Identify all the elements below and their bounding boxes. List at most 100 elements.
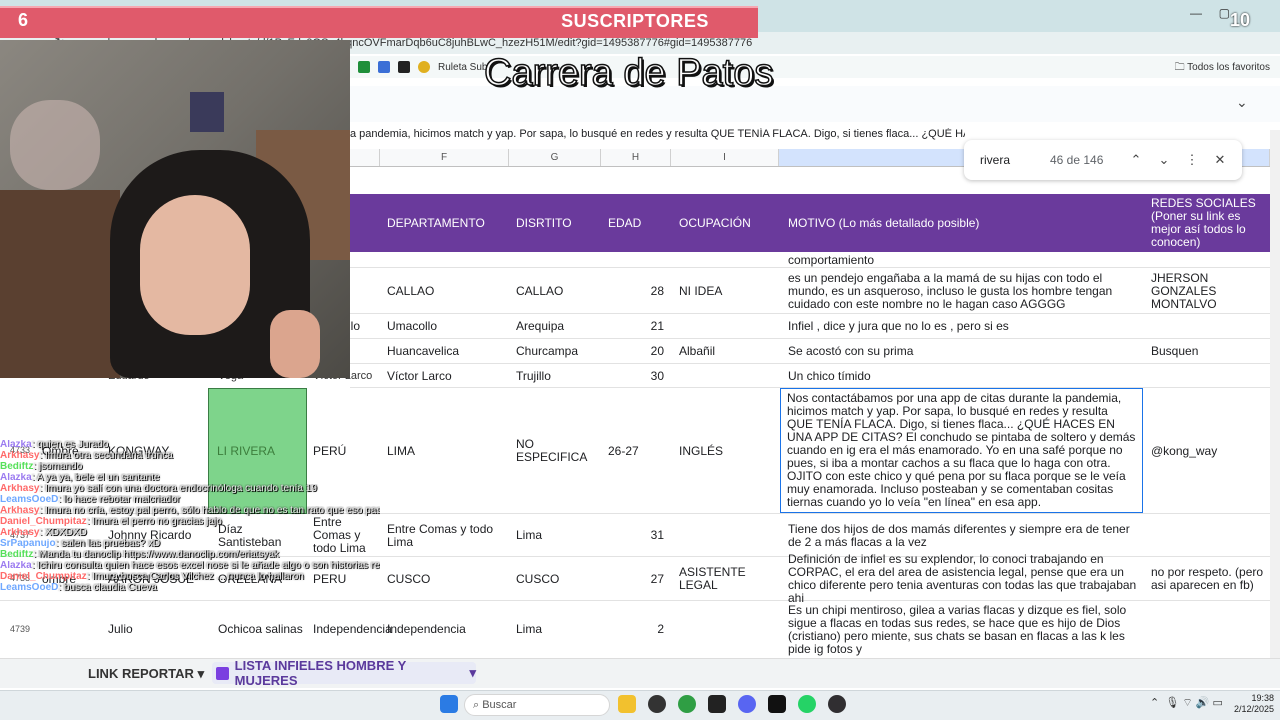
- cell-motivo[interactable]: Es un chipi mentiroso, gilea a varias fl…: [788, 604, 1140, 656]
- cell-apellido[interactable]: Ochicoa salinas: [218, 601, 308, 658]
- whatsapp-icon[interactable]: [798, 695, 816, 713]
- chat-username[interactable]: Daniel_Chumpitaz: [0, 572, 87, 582]
- all-favorites[interactable]: 🗀 Todos los favoritos: [1175, 60, 1270, 77]
- chat-username[interactable]: SrPapanujo: [0, 539, 56, 549]
- more-options-icon[interactable]: ⋮: [1178, 152, 1206, 168]
- cell-edad[interactable]: 21: [608, 314, 664, 339]
- chat-text: : A ya ya, bele el un santante: [31, 473, 160, 483]
- cell-distrito[interactable]: CUSCO: [516, 557, 596, 601]
- cell-distrito[interactable]: CALLAO: [516, 268, 596, 314]
- chat-username[interactable]: Daniel_Chumpitaz: [0, 517, 87, 527]
- col-letter-h[interactable]: H: [601, 149, 671, 166]
- tab-link-reportar[interactable]: LINK REPORTAR ▾: [88, 666, 204, 682]
- discord-icon[interactable]: [738, 695, 756, 713]
- chevron-down-icon[interactable]: ⌄: [1236, 94, 1248, 111]
- cell-edad[interactable]: 27: [608, 557, 664, 601]
- cell-ocupacion[interactable]: Albañil: [679, 339, 779, 364]
- microphone-icon[interactable]: 🎙: [1165, 697, 1179, 709]
- cell-ocupacion[interactable]: INGLÉS: [679, 388, 779, 514]
- chat-username[interactable]: Arkhasy: [0, 451, 39, 461]
- chrome-icon[interactable]: [678, 695, 696, 713]
- chevron-up-icon[interactable]: ⌃: [1122, 152, 1150, 168]
- formula-bar[interactable]: a pandemia, hicimos match y yap. Por sap…: [350, 128, 965, 146]
- cell-fragment[interactable]: llo: [348, 314, 378, 339]
- cell-edad[interactable]: 28: [608, 268, 664, 314]
- bookmark-icon[interactable]: [358, 61, 370, 73]
- col-letter-f[interactable]: F: [380, 149, 509, 166]
- cell-motivo[interactable]: Un chico tímido: [788, 364, 1140, 388]
- cell-motivo-selected[interactable]: Nos contactábamos por una app de citas d…: [780, 388, 1143, 513]
- maximize-icon[interactable]: ▢: [1219, 6, 1230, 20]
- chat-username[interactable]: Alazka: [0, 473, 32, 483]
- taskbar-clock[interactable]: 19:38 2/12/2025: [1226, 693, 1274, 715]
- capcut-icon[interactable]: [708, 695, 726, 713]
- col-letter-g[interactable]: G: [509, 149, 601, 166]
- chat-username[interactable]: Arkhasy: [0, 506, 39, 516]
- cell-departamento[interactable]: CUSCO: [387, 557, 507, 601]
- notion-icon[interactable]: [768, 695, 786, 713]
- cell-edad[interactable]: 20: [608, 339, 664, 364]
- chat-text: : XDXDXD: [39, 528, 87, 538]
- chat-username[interactable]: Bediftz: [0, 550, 33, 560]
- cell-motivo[interactable]: es un pendejo engañaba a la mamá de su h…: [788, 268, 1140, 314]
- cell-motivo[interactable]: Infiel , dice y jura que no lo es , pero…: [788, 314, 1140, 339]
- table-row: llo Umacollo Arequipa 21 Infiel , dice y…: [348, 314, 1270, 339]
- cell-motivo[interactable]: Definición de infiel es su explendor, lo…: [788, 553, 1140, 605]
- cell-departamento[interactable]: LIMA: [387, 388, 507, 514]
- cell-edad[interactable]: 26-27: [608, 388, 668, 514]
- cell-edad[interactable]: 30: [608, 364, 664, 388]
- start-icon[interactable]: [440, 695, 458, 713]
- cell-distrito[interactable]: Trujillo: [516, 364, 596, 388]
- taskbar-search[interactable]: ⌕ Buscar: [464, 694, 610, 716]
- chat-username[interactable]: Arkhasy: [0, 528, 39, 538]
- cell-nombre[interactable]: Julio: [108, 601, 208, 658]
- cell-distrito[interactable]: Lima: [516, 514, 596, 557]
- cell-edad[interactable]: 2: [608, 601, 664, 658]
- chat-username[interactable]: LeamsOoeD: [0, 495, 58, 505]
- find-input[interactable]: [980, 153, 1044, 167]
- cell-ocupacion[interactable]: ASISTENTE LEGAL: [679, 557, 779, 601]
- cell-pais[interactable]: Independencia: [313, 601, 392, 658]
- cell-motivo[interactable]: Se acostó con su prima: [788, 339, 1140, 364]
- cell-redes[interactable]: JHERSON GONZALES MONTALVO: [1151, 268, 1265, 314]
- chat-username[interactable]: Arkhasy: [0, 484, 39, 494]
- bookmark-icon[interactable]: [418, 61, 430, 73]
- chat-username[interactable]: Alazka: [0, 440, 32, 450]
- cell-departamento[interactable]: CALLAO: [387, 268, 507, 314]
- cell-departamento[interactable]: Independencia: [387, 601, 507, 658]
- cell-motivo[interactable]: Tiene dos hijos de dos mamás diferentes …: [788, 514, 1140, 557]
- cell-departamento[interactable]: Huancavelica: [387, 339, 507, 364]
- tab-lista-infieles-label: LISTA INFIELES HOMBRE Y MUJERES: [234, 658, 407, 688]
- minimize-icon[interactable]: —: [1190, 6, 1202, 20]
- tab-lista-infieles[interactable]: LISTA INFIELES HOMBRE Y MUJERES ▾: [212, 658, 476, 688]
- chat-username[interactable]: Alazka: [0, 561, 32, 571]
- chevron-up-icon[interactable]: ⌃: [1150, 697, 1159, 709]
- chevron-down-icon[interactable]: ⌄: [1150, 152, 1178, 168]
- cell-redes[interactable]: no por respeto. (pero asi aparecen en fb…: [1151, 557, 1265, 601]
- obs-icon[interactable]: [828, 695, 846, 713]
- bookmark-icon[interactable]: [378, 61, 390, 73]
- cell-distrito[interactable]: Lima: [516, 601, 596, 658]
- cell-redes[interactable]: Busquen: [1151, 339, 1265, 364]
- cell-distrito[interactable]: NO ESPECIFICA: [516, 388, 596, 514]
- chatgpt-icon[interactable]: [648, 695, 666, 713]
- cell-distrito[interactable]: Churcampa: [516, 339, 596, 364]
- vertical-scrollbar[interactable]: [1270, 130, 1280, 670]
- chat-username[interactable]: LeamsOoeD: [0, 583, 58, 593]
- bookmark-icon[interactable]: [398, 61, 410, 73]
- cell-departamento[interactable]: Umacollo: [387, 314, 507, 339]
- cell-edad[interactable]: 31: [608, 514, 664, 557]
- cell-distrito[interactable]: Arequipa: [516, 314, 596, 339]
- cell-motivo[interactable]: comportamiento: [788, 252, 1138, 268]
- cell-departamento[interactable]: Entre Comas y todo Lima: [387, 514, 507, 557]
- close-icon[interactable]: ✕: [1206, 152, 1234, 168]
- chat-username[interactable]: Bediftz: [0, 462, 33, 472]
- volume-icon[interactable]: 🔊: [1196, 697, 1210, 709]
- battery-icon[interactable]: ▭: [1213, 697, 1223, 709]
- cell-ocupacion[interactable]: NI IDEA: [679, 268, 779, 314]
- file-explorer-icon[interactable]: [618, 695, 636, 713]
- col-letter-i[interactable]: I: [671, 149, 779, 166]
- cell-redes[interactable]: @kong_way: [1151, 388, 1265, 514]
- wifi-icon[interactable]: ⌔: [1182, 697, 1192, 709]
- cell-departamento[interactable]: Víctor Larco: [387, 364, 507, 388]
